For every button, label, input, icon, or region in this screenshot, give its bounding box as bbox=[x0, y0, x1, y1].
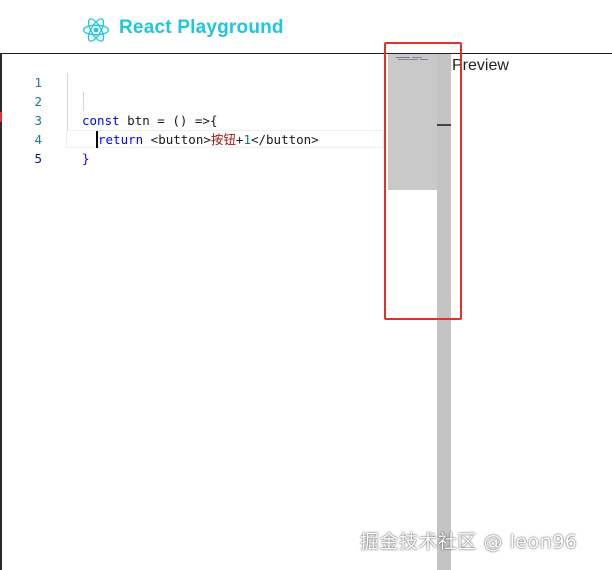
current-line-highlight bbox=[66, 130, 384, 148]
watermark: 掘金技术社区 @ leon96 bbox=[360, 531, 578, 553]
line-number: 5 bbox=[34, 151, 42, 166]
editor-line-3: 3 return <button>按钮+1</button> bbox=[2, 92, 386, 147]
indent-guide bbox=[67, 73, 68, 130]
app-header: React Playground bbox=[0, 0, 612, 54]
code-text: } bbox=[82, 149, 90, 168]
editor-line-4: 4 } bbox=[2, 111, 386, 166]
text-cursor bbox=[96, 131, 98, 148]
react-atom-icon bbox=[82, 18, 110, 42]
indent-guide bbox=[83, 92, 84, 111]
annotation-highlight-box bbox=[384, 42, 462, 320]
editor-line-1: 1 bbox=[2, 54, 386, 90]
closing-brace: } bbox=[82, 151, 90, 166]
editor-line-2: 2 const btn = () =>{ bbox=[2, 73, 386, 128]
app-title: React Playground bbox=[119, 17, 284, 38]
